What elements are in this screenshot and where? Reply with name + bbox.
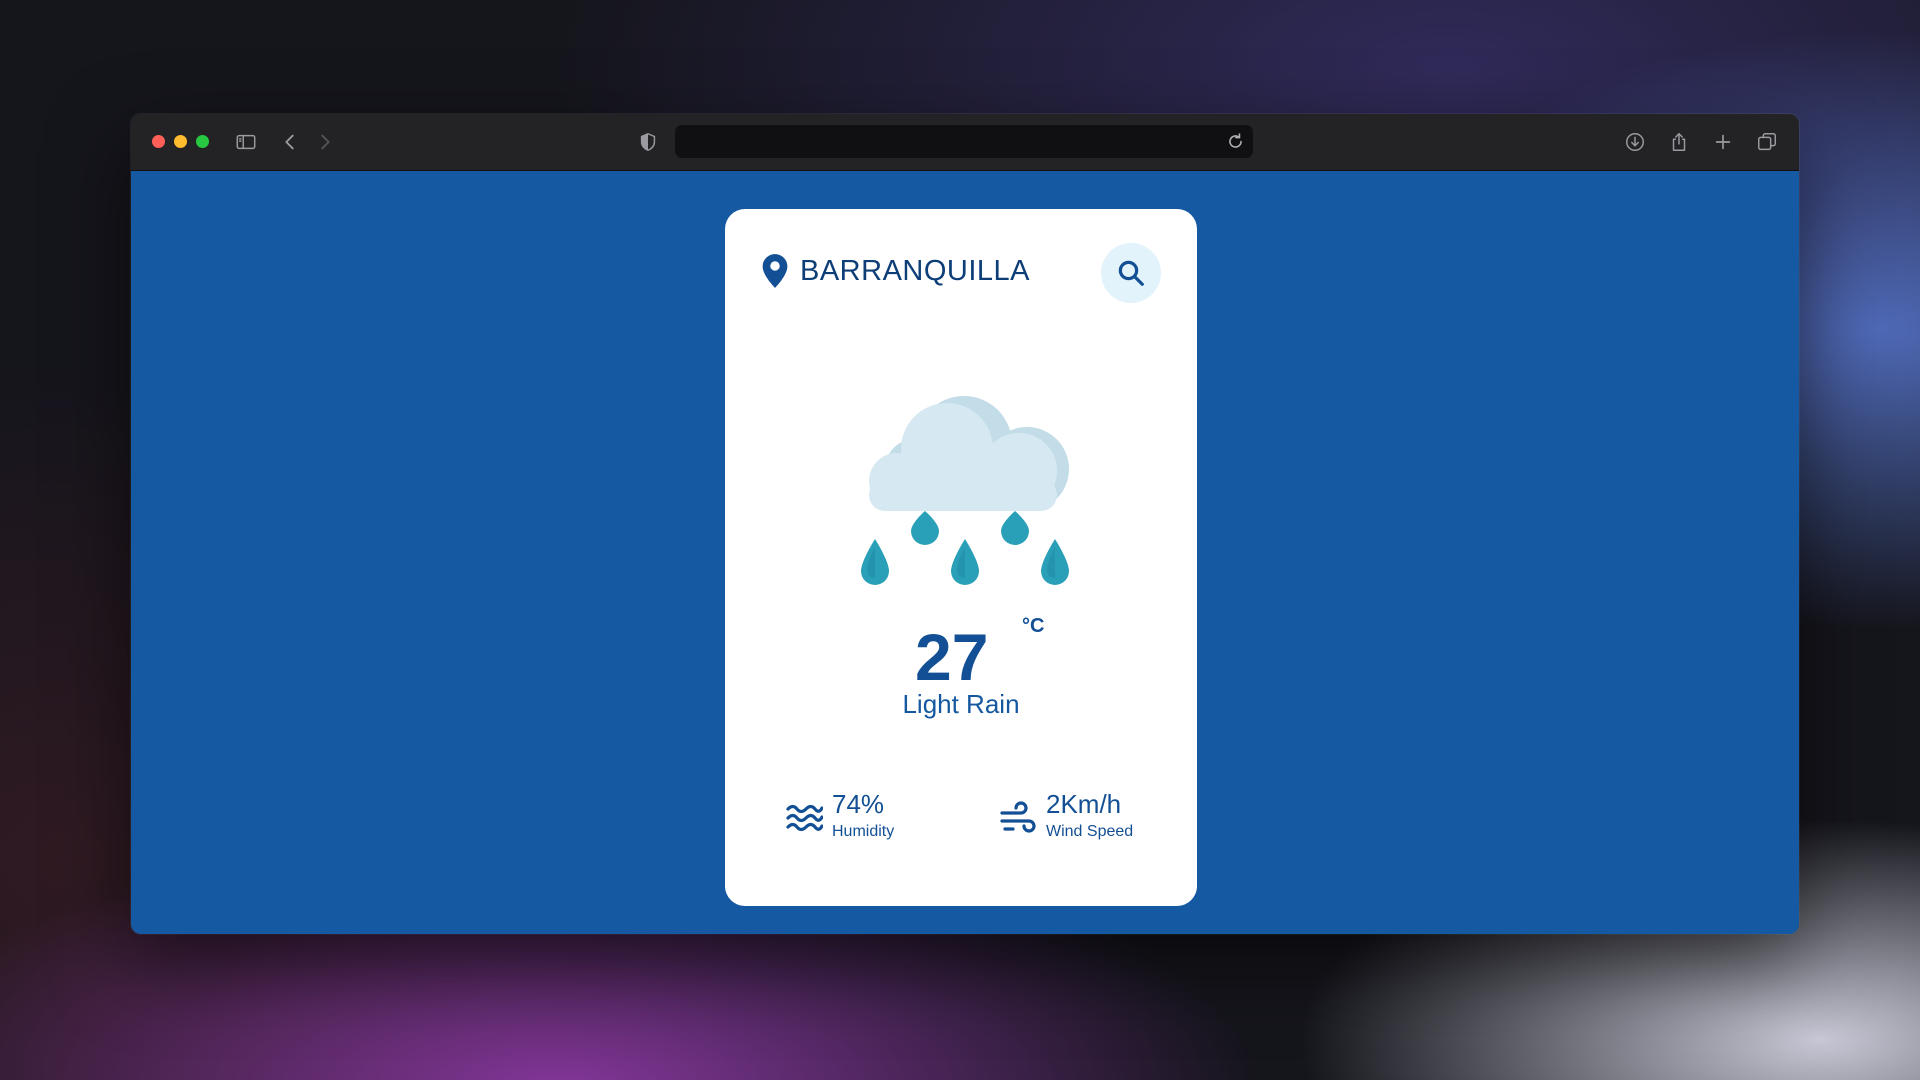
wind-label: Wind Speed: [1046, 823, 1134, 840]
zoom-window-button[interactable]: [196, 135, 209, 148]
download-icon[interactable]: [1623, 130, 1647, 154]
share-icon[interactable]: [1667, 130, 1691, 154]
weather-card: BARRANQUILLA 27 °C Light Rain 74% Humidi…: [725, 209, 1197, 906]
browser-window: BARRANQUILLA 27 °C Light Rain 74% Humidi…: [131, 114, 1799, 934]
location-pin-icon: [762, 254, 788, 288]
rain-drops: [861, 511, 1069, 585]
temperature-unit: °C: [1022, 615, 1045, 637]
humidity-value: 74%: [832, 789, 885, 819]
humidity-waves-icon: [786, 804, 823, 832]
search-button[interactable]: [1101, 243, 1161, 303]
browser-toolbar: [131, 114, 1799, 171]
page-viewport: BARRANQUILLA 27 °C Light Rain 74% Humidi…: [131, 171, 1799, 934]
back-icon[interactable]: [278, 130, 302, 154]
sidebar-icon[interactable]: [234, 130, 258, 154]
address-bar[interactable]: [675, 125, 1253, 158]
humidity-label: Humidity: [832, 823, 895, 840]
temperature-value: 27: [915, 620, 989, 694]
forward-icon[interactable]: [313, 130, 337, 154]
shield-icon[interactable]: [636, 130, 660, 154]
minimize-window-button[interactable]: [174, 135, 187, 148]
close-window-button[interactable]: [152, 135, 165, 148]
wind-icon: [1000, 801, 1036, 833]
new-tab-icon[interactable]: [1711, 130, 1735, 154]
tab-overview-icon[interactable]: [1755, 130, 1779, 154]
city-name: BARRANQUILLA: [800, 255, 1031, 287]
search-icon: [1118, 260, 1144, 286]
reload-icon[interactable]: [1226, 132, 1245, 151]
light-rain-cloud-icon: [861, 396, 1069, 585]
weather-condition: Light Rain: [902, 689, 1020, 719]
wind-value: 2Km/h: [1046, 789, 1122, 819]
